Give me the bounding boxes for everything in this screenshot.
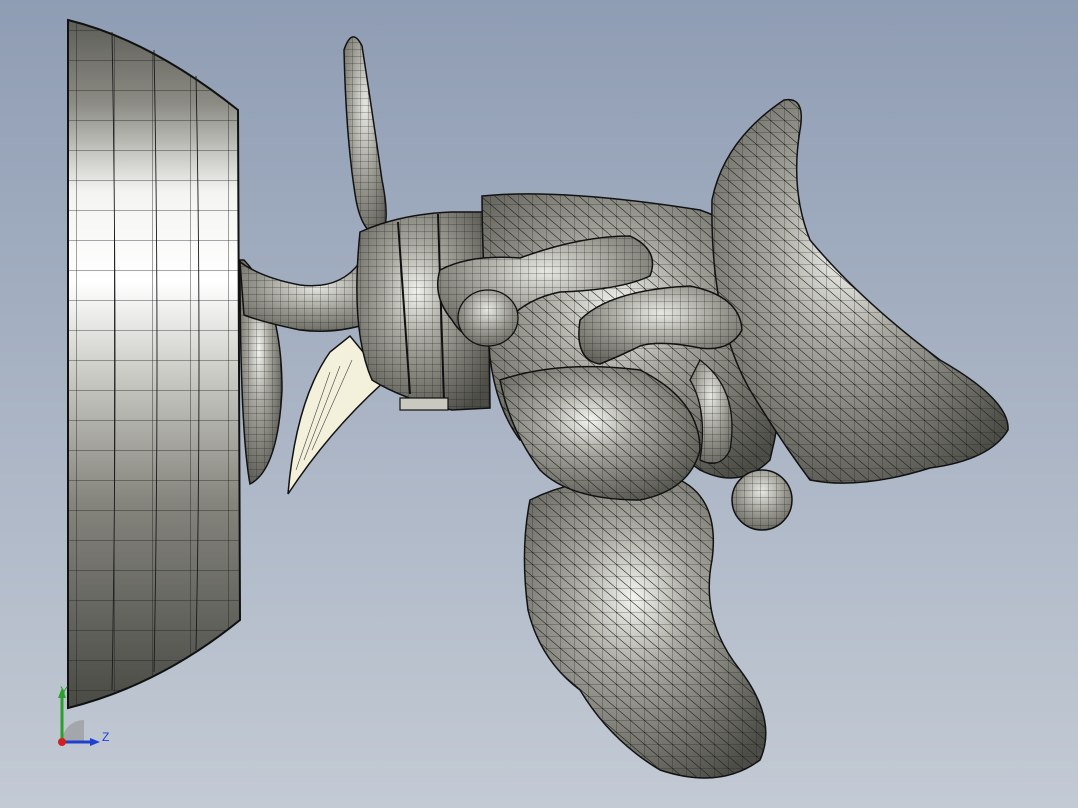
graphics-viewport[interactable]: Y Z: [0, 0, 1078, 808]
x-axis-dot: [58, 738, 66, 746]
z-axis-arrowhead: [90, 738, 100, 746]
lower-limb[interactable]: [523, 476, 767, 779]
y-axis-label: Y: [60, 684, 69, 698]
knob[interactable]: [731, 469, 793, 531]
z-axis-label: Z: [102, 730, 110, 744]
base-plate[interactable]: [67, 18, 242, 710]
orientation-triad[interactable]: Y Z: [48, 682, 118, 754]
antenna[interactable]: [343, 36, 387, 237]
model-scene[interactable]: [0, 0, 1078, 808]
